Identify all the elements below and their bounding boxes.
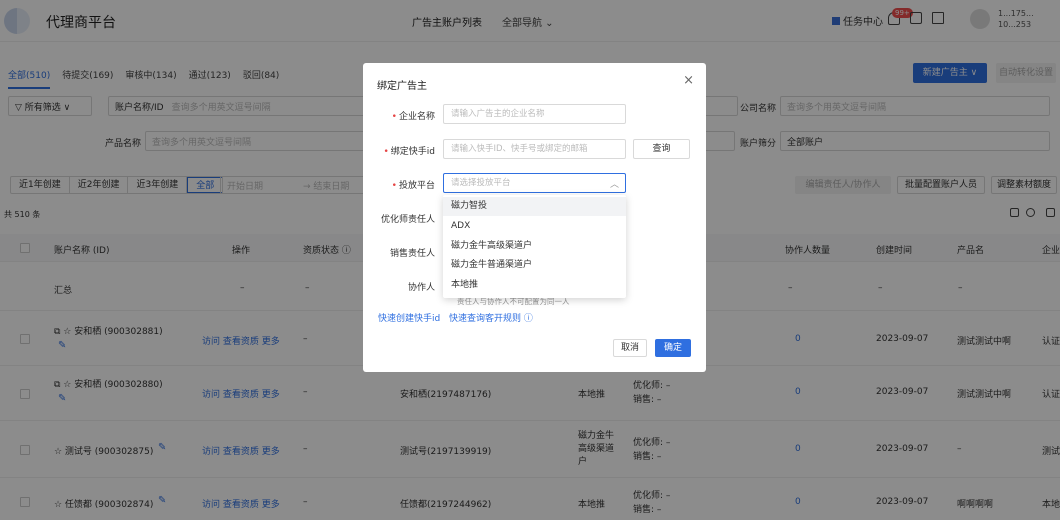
company-name-label-text: 企业名称: [398, 112, 435, 122]
company-name-label: • 企业名称: [363, 109, 435, 122]
company-name-input[interactable]: 请输入广告主的企业名称: [443, 104, 626, 124]
platform-label: • 投放平台: [363, 178, 435, 191]
platform-select[interactable]: 请选择投放平台 ︿: [443, 173, 626, 193]
kuaishou-id-label-text: 绑定快手id: [390, 147, 435, 157]
collaborator-label: 协作人: [407, 283, 435, 293]
kuaishou-id-input[interactable]: 请输入快手ID、快手号或绑定的邮箱: [443, 139, 626, 159]
platform-option[interactable]: 磁力金牛普通渠道户: [443, 256, 626, 275]
sales-label: 销售责任人: [389, 249, 435, 259]
quick-query-link[interactable]: 快速查询客开规则 ⓘ: [449, 311, 533, 324]
close-icon[interactable]: ×: [683, 73, 694, 88]
quick-create-link[interactable]: 快速创建快手id: [378, 311, 440, 324]
platform-placeholder: 请选择投放平台: [451, 178, 511, 188]
platform-dropdown: 磁力智投 ADX 磁力金牛高级渠道户 磁力金牛普通渠道户 本地推: [443, 195, 626, 298]
required-mark: •: [383, 147, 389, 157]
platform-option[interactable]: 磁力智投: [443, 197, 626, 216]
confirm-button[interactable]: 确定: [655, 339, 691, 357]
platform-option[interactable]: 本地推: [443, 276, 626, 295]
platform-option[interactable]: 磁力金牛高级渠道户: [443, 237, 626, 256]
optimizer-label: 优化师责任人: [380, 215, 435, 225]
cancel-button[interactable]: 取消: [613, 339, 647, 357]
kuaishou-id-label: • 绑定快手id: [363, 144, 435, 157]
required-mark: •: [391, 181, 397, 191]
platform-option[interactable]: ADX: [443, 217, 626, 236]
modal-title: 绑定广告主: [377, 81, 427, 92]
platform-label-text: 投放平台: [398, 181, 435, 191]
required-mark: •: [391, 112, 397, 122]
query-button[interactable]: 查询: [633, 139, 690, 159]
chevron-up-icon: ︿: [609, 180, 619, 190]
